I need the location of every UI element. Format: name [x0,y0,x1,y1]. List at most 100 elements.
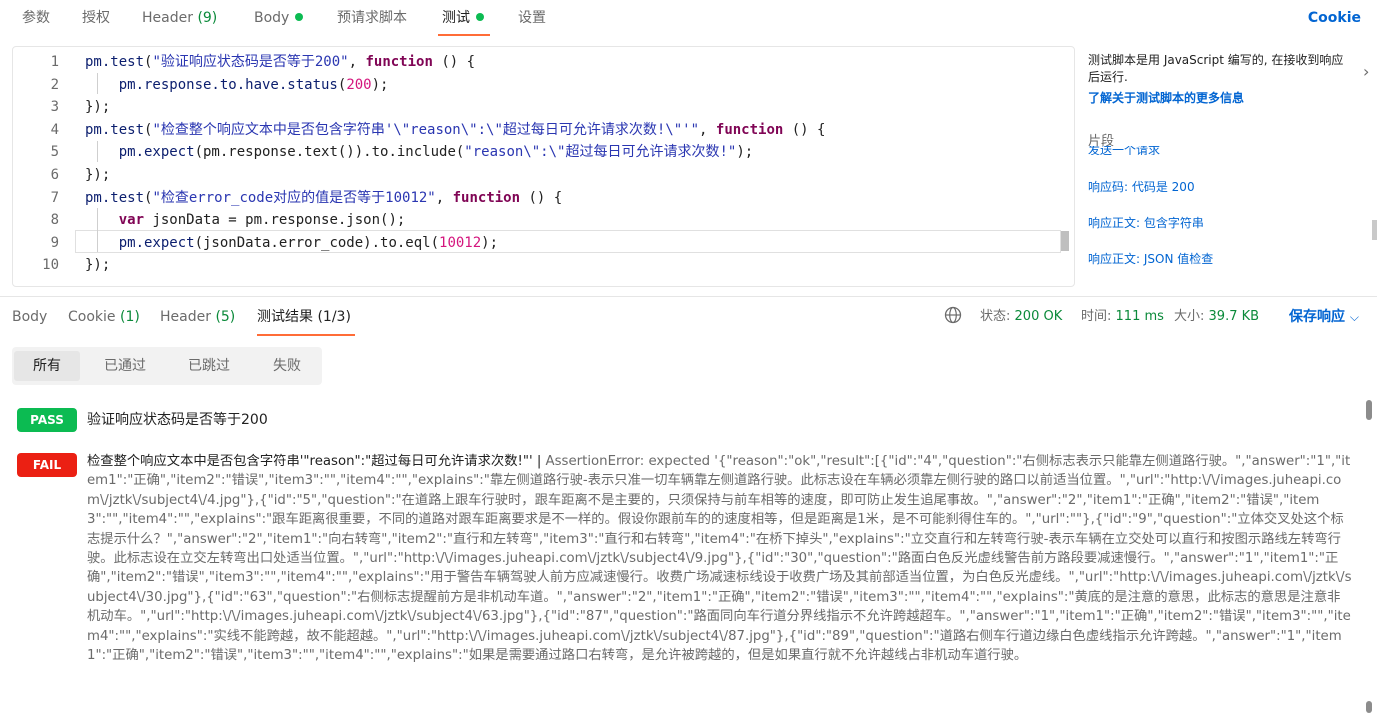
tab-label: Header [142,10,193,26]
code-line[interactable]: 6}); [13,164,1063,187]
size-value: 39.7 KB [1208,309,1260,324]
scrollbar-thumb[interactable] [1366,400,1372,420]
code-text: pm.expect(pm.response.text()).to.include… [85,141,753,164]
tab-pre-request-script[interactable]: 预请求脚本 [337,0,407,36]
modified-dot-icon [476,13,484,21]
code-text: pm.test("检查整个响应文本中是否包含字符串'\"reason\":\"超… [85,119,825,142]
line-number: 10 [42,257,59,274]
code-token: (jsonData.error_code).to.eql( [194,234,440,251]
line-number: 3 [50,99,59,116]
save-response-button[interactable]: 保存响应 ⌵ [1289,297,1359,337]
code-text: }); [85,96,110,119]
response-size[interactable]: 大小: 39.7 KB [1174,297,1259,337]
tab-label: 测试 [442,10,470,26]
result-filter-group: 所有 已通过 已跳过 失败 [12,347,322,385]
tab-count: (9) [197,10,218,26]
code-text: }); [85,164,110,187]
results-scrollbar[interactable] [1364,398,1374,715]
tab-label: Header [160,309,211,325]
code-token: function [365,54,433,70]
learn-more-link[interactable]: 了解关于测试脚本的更多信息 [1088,89,1244,106]
size-label: 大小: [1174,309,1205,324]
tab-tests[interactable]: 测试 [442,0,484,36]
tab-label: Body [254,10,290,26]
assertion-error: AssertionError: expected '{"reason":"ok"… [87,454,1352,664]
code-token: (pm.response.text()).to.include( [194,144,465,161]
filter-skipped[interactable]: 已跳过 [174,351,244,381]
save-response-label: 保存响应 [1289,309,1345,325]
code-token: "检查整个响应文本中是否包含字符串'\"reason\":\"超过每日可允许请求… [152,121,700,138]
filter-failed[interactable]: 失败 [256,351,318,381]
code-token: ); [481,234,499,251]
test-result-name: 检查整个响应文本中是否包含字符串'"reason":"超过每日可允许请求次数!"… [87,454,546,469]
code-token: pm.expect [118,234,195,251]
code-line[interactable]: 5 pm.expect(pm.response.text()).to.inclu… [13,141,1063,164]
code-line[interactable]: 10}); [13,254,1063,277]
code-token: , [699,121,716,138]
response-tab-test-results[interactable]: 测试结果 (1/3) [257,297,351,337]
response-time[interactable]: 时间: 111 ms [1081,297,1164,337]
code-text: pm.test("检查error_code对应的值是否等于10012", fun… [85,187,562,210]
code-token: }); [85,167,111,183]
tab-count: (1) [119,309,140,325]
code-line[interactable]: 8 var jsonData = pm.response.json(); [13,209,1063,232]
filter-all[interactable]: 所有 [14,351,80,381]
tab-label: 参数 [22,10,50,26]
code-text: var jsonData = pm.response.json(); [85,209,406,232]
line-number: 8 [50,212,59,229]
tab-settings[interactable]: 设置 [518,0,546,36]
response-tab-headers[interactable]: Header (5) [160,297,235,337]
code-token: pm.expect [118,144,195,161]
tab-label: 预请求脚本 [337,10,407,26]
tab-auth[interactable]: 授权 [82,0,110,36]
code-line[interactable]: 3}); [13,96,1063,119]
code-token: "reason\":\"超过每日可允许请求次数!" [464,144,737,161]
tab-label: 授权 [82,10,110,26]
code-token: ); [736,144,754,161]
line-number: 2 [50,76,59,93]
tab-headers[interactable]: Header (9) [142,0,217,36]
code-line[interactable]: 1 pm.test("验证响应状态码是否等于200", function () { [13,51,1063,74]
code-token: "检查error_code对应的值是否等于10012" [152,189,436,206]
filter-passed[interactable]: 已通过 [90,351,160,381]
globe-icon[interactable] [944,297,962,337]
line-number: 1 [50,54,59,70]
snippet-json-check[interactable]: 响应正文: JSON 值检查 [1088,250,1213,267]
tab-count: (5) [215,309,236,325]
code-line[interactable]: 9 pm.expect(jsonData.error_code).to.eql(… [13,232,1063,255]
line-number: 5 [50,144,59,161]
tab-label: Body [12,309,48,325]
code-token: 200 [346,76,372,93]
line-number: 7 [50,189,59,206]
test-script-editor[interactable]: 1 pm.test("验证响应状态码是否等于200", function () {… [12,46,1075,287]
code-token: ); [371,76,389,93]
response-tab-cookies[interactable]: Cookie (1) [68,297,140,337]
tab-params[interactable]: 参数 [22,0,50,36]
response-status[interactable]: 状态: 200 OK [980,297,1062,337]
code-token: function [715,121,784,138]
code-line[interactable]: 4 pm.test("检查整个响应文本中是否包含字符串'\"reason\":\"… [13,119,1063,142]
fail-badge: FAIL [17,453,77,477]
code-text: }); [85,254,110,277]
snippet-body-contains[interactable]: 响应正文: 包含字符串 [1088,214,1204,231]
code-line[interactable]: 7 pm.test("检查error_code对应的值是否等于10012", fu… [13,187,1063,210]
response-tab-body[interactable]: Body [12,297,47,337]
code-token: pm.response.to.have.status [118,76,338,93]
cookies-link[interactable]: Cookie [1308,0,1361,36]
code-token: () { [432,54,476,70]
tab-label: Cookie [68,309,116,325]
chevron-right-icon[interactable]: › [1363,62,1369,81]
snippet-send-request[interactable]: 发送一个请求 [1088,146,1160,155]
code-token: () { [783,121,826,138]
snippet-status-code[interactable]: 响应码: 代码是 200 [1088,178,1195,195]
code-token: }); [85,99,111,116]
panel-scrollbar[interactable] [1372,220,1377,240]
tab-body[interactable]: Body [254,0,304,36]
time-value: 111 ms [1115,309,1164,324]
test-result-message: 检查整个响应文本中是否包含字符串'"reason":"超过每日可允许请求次数!"… [87,452,1352,715]
line-number: 4 [50,121,59,138]
status-label: 状态: [980,309,1011,324]
code-line[interactable]: 2 pm.response.to.have.status(200); [13,74,1063,97]
